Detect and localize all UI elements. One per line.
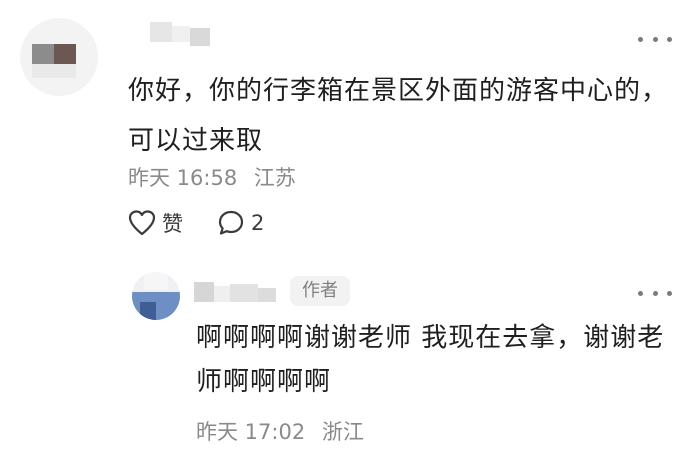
reply-count: 2 [251, 211, 265, 235]
comment-time: 昨天 16:58 [128, 166, 238, 190]
dot [652, 36, 658, 42]
dot [667, 290, 672, 296]
more-dots-icon[interactable] [638, 32, 672, 46]
mosaic-block [214, 286, 230, 302]
more-dots-icon[interactable] [638, 286, 672, 300]
avatar-mosaic-block [54, 44, 76, 64]
dot [638, 290, 643, 296]
reply-button[interactable]: 2 [217, 209, 264, 237]
comment-location: 江苏 [253, 166, 296, 190]
comment-text: 你好，你的行李箱在景区外面的游客中心的，可以过来取 [128, 76, 669, 156]
avatar-mosaic-block [144, 272, 168, 290]
like-label: 赞 [162, 212, 183, 236]
comment-meta: 昨天 16:58 江苏 [128, 162, 296, 192]
reply-meta: 昨天 17:02 浙江 [196, 416, 364, 446]
mosaic-block [230, 284, 258, 302]
mosaic-block [172, 26, 190, 42]
dot [638, 36, 643, 42]
heart-outline-icon [128, 210, 156, 236]
reply-time: 昨天 17:02 [196, 420, 306, 444]
avatar[interactable] [20, 18, 98, 96]
mosaic-block [190, 28, 210, 46]
dot [667, 36, 672, 42]
comment-actions: 赞 2 [128, 206, 264, 240]
avatar-mosaic-block [140, 302, 156, 320]
username-redacted[interactable] [194, 282, 280, 304]
reply-text: 啊啊啊啊谢谢老师 我现在去拿，谢谢老师啊啊啊啊 [196, 323, 665, 397]
mosaic-block [194, 282, 214, 302]
comment-item: 你好，你的行李箱在景区外面的游客中心的，可以过来取 昨天 16:58 江苏 赞 … [0, 0, 696, 250]
mosaic-block [258, 288, 276, 302]
comment-bubble-icon [218, 210, 244, 235]
author-badge: 作者 [290, 276, 350, 306]
avatar[interactable] [132, 272, 180, 320]
avatar-mosaic-block [32, 44, 54, 64]
reply-location: 浙江 [321, 420, 364, 444]
reply-item: 作者 啊啊啊啊谢谢老师 我现在去拿，谢谢老师啊啊啊啊 昨天 17:02 浙江 [0, 250, 696, 456]
like-button[interactable]: 赞 [128, 208, 183, 238]
mosaic-block [150, 22, 172, 42]
dot [652, 290, 658, 296]
avatar-mosaic-block [32, 64, 76, 78]
username-redacted[interactable] [150, 22, 214, 48]
